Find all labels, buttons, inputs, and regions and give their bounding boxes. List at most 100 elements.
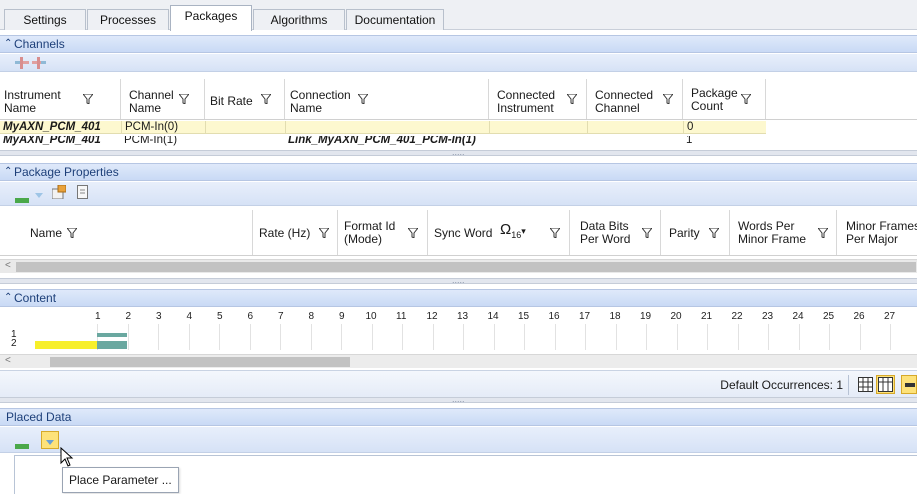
table-row[interactable]: MyAXN_PCM_401 PCM-In(1) Link_MyAXN_PCM_4…: [0, 136, 766, 146]
ruler-number: 2: [125, 311, 132, 322]
channels-section-header[interactable]: ⌃ Channels: [0, 35, 917, 53]
grid-view-icon[interactable]: [858, 377, 873, 395]
tab-packages[interactable]: Packages: [170, 5, 252, 31]
ruler-number: 16: [548, 311, 560, 322]
properties-icon[interactable]: [51, 184, 67, 202]
tab-documentation[interactable]: Documentation: [346, 9, 444, 30]
ruler-number: 24: [792, 311, 804, 322]
grid-line: [615, 324, 617, 350]
default-occurrences-label: Default Occurrences: 1: [720, 378, 843, 392]
filter-icon[interactable]: [709, 228, 719, 238]
package-properties-grid-header: Name Rate (Hz) Format Id (Mode) Sync Wor…: [0, 210, 917, 256]
filter-icon[interactable]: [408, 228, 418, 238]
filter-icon[interactable]: [741, 94, 751, 104]
tab-settings[interactable]: Settings: [4, 9, 86, 30]
ruler-number: 1: [95, 311, 101, 322]
highlight-word-block[interactable]: [35, 341, 97, 349]
tab-processes[interactable]: Processes: [87, 9, 169, 30]
col-format-id[interactable]: Format Id (Mode): [338, 210, 428, 255]
add-connection-icon[interactable]: [15, 57, 29, 72]
grid-line: [554, 324, 556, 350]
splitter[interactable]: .....: [0, 275, 917, 285]
scrollbar-thumb[interactable]: [16, 262, 916, 272]
ruler-number: 26: [853, 311, 865, 322]
table-row[interactable]: MyAXN_PCM_401 PCM-In(0) 0: [0, 121, 766, 134]
filter-icon[interactable]: [550, 228, 560, 238]
row-label: 2: [11, 338, 17, 349]
document-icon[interactable]: [77, 185, 88, 202]
tab-algorithms[interactable]: Algorithms: [253, 9, 345, 30]
grid-line: [371, 324, 373, 350]
grid-detail-view-icon[interactable]: [876, 375, 895, 394]
add-icon[interactable]: [15, 192, 29, 206]
col-words-per-minor-frame[interactable]: Words Per Minor Frame: [730, 210, 837, 255]
scrollbar-thumb[interactable]: [50, 357, 350, 367]
content-title: Content: [14, 291, 57, 305]
col-name[interactable]: Name: [0, 210, 253, 255]
scroll-left-icon[interactable]: <: [5, 260, 11, 271]
place-arrow-icon[interactable]: [34, 187, 44, 202]
collapse-chevron-icon[interactable]: ⌃: [4, 292, 12, 303]
ruler-number: 22: [731, 311, 743, 322]
pcm-view-icon[interactable]: [901, 375, 917, 394]
scroll-left-icon[interactable]: <: [5, 355, 11, 366]
col-connected-channel[interactable]: Connected Channel: [587, 79, 683, 119]
grid-line: [402, 324, 403, 350]
ruler-number: 18: [609, 311, 621, 322]
grid-line: [585, 324, 586, 350]
splitter[interactable]: .....: [0, 394, 917, 404]
collapse-chevron-icon[interactable]: ⌃: [4, 166, 12, 177]
teal-word-block[interactable]: [97, 341, 127, 349]
filter-icon[interactable]: [319, 228, 329, 238]
ruler-number: 8: [308, 311, 315, 322]
col-rate-hz[interactable]: Rate (Hz): [253, 210, 338, 255]
grid-line: [127, 324, 129, 350]
ruler-number: 10: [365, 311, 377, 322]
filter-icon[interactable]: [83, 94, 93, 104]
col-parity[interactable]: Parity: [661, 210, 730, 255]
radix-omega-icon[interactable]: Ω16▾: [500, 222, 526, 241]
col-instrument-name[interactable]: Instrument Name: [0, 79, 121, 119]
place-parameter-button[interactable]: [41, 431, 59, 449]
grid-line: [188, 324, 190, 350]
filter-icon[interactable]: [261, 94, 271, 104]
col-sync-word[interactable]: Sync Word Ω16▾: [428, 210, 570, 255]
col-data-bits[interactable]: Data Bits Per Word: [570, 210, 661, 255]
teal-word-block[interactable]: [97, 333, 127, 337]
add-icon[interactable]: [15, 438, 29, 452]
content-section-header[interactable]: ⌃ Content: [0, 289, 917, 307]
filter-icon[interactable]: [818, 228, 828, 238]
ruler-number: 25: [823, 311, 835, 322]
grid-line: [463, 324, 464, 350]
filter-icon[interactable]: [567, 94, 577, 104]
channels-toolbar: [0, 54, 917, 72]
ruler-number: 11: [396, 311, 407, 322]
tab-bar: Settings Processes Packages Algorithms D…: [0, 0, 917, 31]
collapse-chevron-icon[interactable]: ⌃: [4, 38, 12, 49]
package-properties-section-header[interactable]: ⌃ Package Properties: [0, 163, 917, 181]
placed-data-section-header: Placed Data: [0, 408, 917, 426]
grid-line: [707, 324, 708, 350]
ruler-number: 4: [186, 311, 193, 322]
col-package-count[interactable]: Package Count: [683, 79, 766, 119]
grid-line: [432, 324, 434, 350]
channels-grid-header: Instrument Name Channel Name Bit Rate Co…: [0, 79, 917, 120]
ruler-number: 15: [518, 311, 530, 322]
col-bit-rate[interactable]: Bit Rate: [205, 79, 285, 119]
col-channel-name[interactable]: Channel Name: [121, 79, 205, 119]
filter-icon[interactable]: [663, 94, 673, 104]
splitter[interactable]: .....: [0, 147, 917, 157]
horizontal-scrollbar[interactable]: <: [0, 354, 917, 368]
remove-connection-icon[interactable]: [32, 57, 46, 72]
horizontal-scrollbar[interactable]: <: [0, 259, 917, 273]
col-connection-name[interactable]: Connection Name: [285, 79, 489, 119]
grid-line: [890, 324, 891, 350]
filter-icon[interactable]: [358, 94, 368, 104]
ruler-number: 20: [670, 311, 682, 322]
col-minor-frames-per-major[interactable]: Minor Frames Per Major: [837, 210, 917, 255]
col-connected-instrument[interactable]: Connected Instrument: [489, 79, 587, 119]
filter-icon[interactable]: [642, 228, 652, 238]
filter-icon[interactable]: [179, 94, 189, 104]
filter-icon[interactable]: [67, 228, 77, 238]
grid-line: [798, 324, 800, 350]
